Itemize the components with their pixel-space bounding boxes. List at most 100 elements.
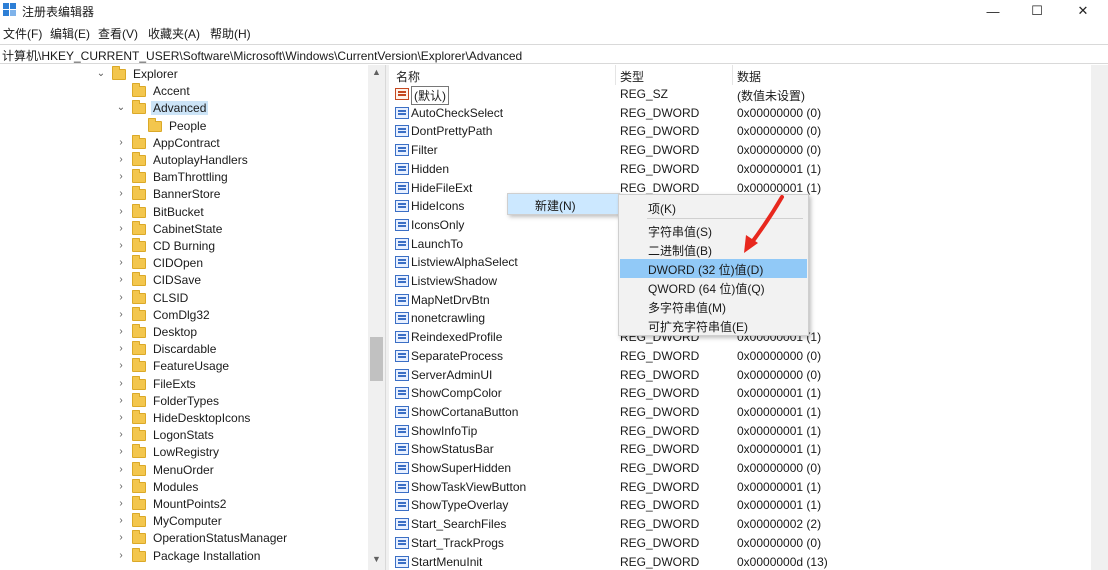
tree-node[interactable]: People — [132, 117, 385, 136]
value-row[interactable]: ShowCompColor REG_DWORD 0x00000001 (1) — [389, 384, 1091, 403]
menu-favorites[interactable]: 收藏夹(A) — [148, 25, 200, 42]
value-row[interactable]: Start_SearchFiles REG_DWORD 0x00000002 (2) — [389, 515, 1091, 534]
list-scrollbar[interactable] — [1091, 65, 1108, 570]
value-row[interactable]: (默认) REG_SZ (数值未设置) — [389, 85, 1091, 105]
tree-node[interactable]: › LogonStats — [116, 427, 376, 445]
value-row[interactable]: Start_TrackProgs REG_DWORD 0x00000000 (0) — [389, 534, 1091, 553]
tree-node[interactable]: › Modules — [116, 478, 376, 497]
value-row[interactable]: StartMenuInit REG_DWORD 0x0000000d (13) — [389, 553, 1091, 570]
expand-chevron-right-icon[interactable]: › — [116, 154, 126, 165]
value-row[interactable]: ServerAdminUI REG_DWORD 0x00000000 (0) — [389, 366, 1091, 385]
context-menu-new[interactable]: 新建(N) › — [508, 194, 619, 214]
menu-view[interactable]: 查看(V) — [98, 25, 138, 42]
value-name: LaunchTo — [411, 236, 464, 251]
expand-chevron-right-icon[interactable]: › — [116, 446, 126, 457]
tree-node[interactable]: › Discardable — [116, 341, 376, 359]
value-row[interactable]: AutoCheckSelect REG_DWORD 0x00000000 (0) — [389, 104, 1091, 123]
tree-node-label: OperationStatusManager — [153, 531, 288, 546]
scroll-down-icon[interactable]: ▼ — [368, 554, 385, 568]
expand-chevron-right-icon[interactable]: › — [116, 309, 126, 320]
submenu-item[interactable]: QWORD (64 位)值(Q) — [620, 278, 807, 297]
minimize-button[interactable]: — — [970, 0, 1016, 22]
scroll-up-icon[interactable]: ▲ — [368, 67, 385, 81]
tree-node[interactable]: › CLSID — [116, 289, 376, 308]
tree-node[interactable]: › CIDOpen — [116, 255, 376, 273]
tree-node[interactable]: › CD Burning — [116, 238, 376, 256]
expand-chevron-down-icon[interactable]: ⌄ — [116, 102, 126, 113]
tree-node[interactable]: › MenuOrder — [116, 461, 376, 480]
expand-chevron-right-icon[interactable]: › — [116, 498, 126, 509]
value-row[interactable]: ShowTypeOverlay REG_DWORD 0x00000001 (1) — [389, 496, 1091, 515]
maximize-button[interactable]: ☐ — [1014, 0, 1060, 22]
expand-chevron-right-icon[interactable]: › — [116, 481, 126, 492]
close-button[interactable]: ✕ — [1060, 0, 1106, 22]
tree-node[interactable]: › BitBucket — [116, 203, 376, 222]
expand-chevron-right-icon[interactable]: › — [116, 171, 126, 182]
column-divider[interactable] — [615, 65, 616, 85]
expand-chevron-right-icon[interactable]: › — [116, 378, 126, 389]
column-header-type[interactable]: 类型 — [620, 68, 644, 85]
tree-node[interactable]: ⌄ Advanced — [116, 100, 376, 118]
expand-chevron-right-icon[interactable]: › — [116, 515, 126, 526]
value-row[interactable]: ShowStatusBar REG_DWORD 0x00000001 (1) — [389, 440, 1091, 459]
tree-node[interactable]: › HideDesktopIcons — [116, 410, 376, 428]
expand-chevron-right-icon[interactable]: › — [116, 395, 126, 406]
expand-chevron-right-icon[interactable]: › — [116, 343, 126, 354]
expand-chevron-right-icon[interactable]: › — [116, 360, 126, 371]
tree-node[interactable]: › AppContract — [116, 134, 376, 153]
value-row[interactable]: Filter REG_DWORD 0x00000000 (0) — [389, 141, 1091, 160]
value-row[interactable]: DontPrettyPath REG_DWORD 0x00000000 (0) — [389, 122, 1091, 141]
value-row[interactable]: SeparateProcess REG_DWORD 0x00000000 (0) — [389, 347, 1091, 366]
tree-node[interactable]: ⌄ Explorer — [96, 66, 356, 84]
submenu-item[interactable]: 可扩充字符串值(E) — [620, 316, 807, 335]
expand-chevron-down-icon[interactable]: ⌄ — [96, 68, 106, 79]
tree-node[interactable]: › CabinetState — [116, 220, 376, 239]
value-row[interactable]: ShowTaskViewButton REG_DWORD 0x00000001 (1… — [389, 478, 1091, 497]
expand-chevron-right-icon[interactable]: › — [116, 257, 126, 268]
expand-chevron-right-icon[interactable]: › — [116, 464, 126, 475]
address-bar[interactable]: 计算机\HKEY_CURRENT_USER\Software\Microsoft… — [0, 44, 1108, 64]
value-row[interactable]: ShowSuperHidden REG_DWORD 0x00000000 (0) — [389, 459, 1091, 478]
tree-node[interactable]: › AutoplayHandlers — [116, 152, 376, 170]
expand-chevron-right-icon[interactable]: › — [116, 188, 126, 199]
tree-node[interactable]: Accent — [116, 83, 376, 101]
tree-node[interactable]: › ComDlg32 — [116, 306, 376, 325]
expand-chevron-right-icon[interactable]: › — [116, 274, 126, 285]
menu-edit[interactable]: 编辑(E) — [50, 25, 90, 42]
expand-chevron-right-icon[interactable]: › — [116, 550, 126, 561]
tree-scrollbar[interactable]: ▲ ▼ — [368, 65, 385, 570]
menu-help[interactable]: 帮助(H) — [210, 25, 251, 42]
value-row[interactable]: ShowCortanaButton REG_DWORD 0x00000001 (1) — [389, 403, 1091, 422]
expand-chevron-right-icon[interactable]: › — [116, 292, 126, 303]
tree-node[interactable]: › LowRegistry — [116, 444, 376, 462]
tree-node[interactable]: › MountPoints2 — [116, 496, 376, 514]
value-row[interactable]: ShowInfoTip REG_DWORD 0x00000001 (1) — [389, 422, 1091, 441]
tree-node[interactable]: › Package Installation — [116, 547, 376, 566]
expand-chevron-right-icon[interactable]: › — [116, 326, 126, 337]
tree-node[interactable]: › MyComputer — [116, 513, 376, 531]
expand-chevron-right-icon[interactable]: › — [116, 137, 126, 148]
column-header-name[interactable]: 名称 — [396, 68, 420, 85]
folder-icon — [132, 427, 146, 442]
tree-node[interactable]: › FileExts — [116, 375, 376, 394]
expand-chevron-right-icon[interactable]: › — [116, 532, 126, 543]
value-row[interactable]: Hidden REG_DWORD 0x00000001 (1) — [389, 160, 1091, 179]
tree-node[interactable]: › CIDSave — [116, 272, 376, 290]
tree-node[interactable]: › BamThrottling — [116, 169, 376, 187]
tree-node[interactable]: › BannerStore — [116, 186, 376, 204]
expand-chevron-right-icon[interactable]: › — [116, 223, 126, 234]
tree-node[interactable]: › FeatureUsage — [116, 358, 376, 376]
menu-file[interactable]: 文件(F) — [3, 25, 42, 42]
expand-chevron-right-icon[interactable]: › — [116, 429, 126, 440]
submenu-item[interactable]: 多字符串值(M) — [620, 297, 807, 316]
tree-node[interactable]: › OperationStatusManager — [116, 530, 376, 548]
column-divider[interactable] — [732, 65, 733, 85]
tree-node[interactable]: › Desktop — [116, 324, 376, 342]
column-header-data[interactable]: 数据 — [737, 68, 761, 85]
submenu-item[interactable]: DWORD (32 位)值(D) — [620, 259, 807, 278]
expand-chevron-right-icon[interactable]: › — [116, 240, 126, 251]
expand-chevron-right-icon[interactable]: › — [116, 206, 126, 217]
expand-chevron-right-icon[interactable]: › — [116, 412, 126, 423]
tree-scroll-thumb[interactable] — [370, 337, 383, 381]
tree-node[interactable]: › FolderTypes — [116, 392, 376, 411]
